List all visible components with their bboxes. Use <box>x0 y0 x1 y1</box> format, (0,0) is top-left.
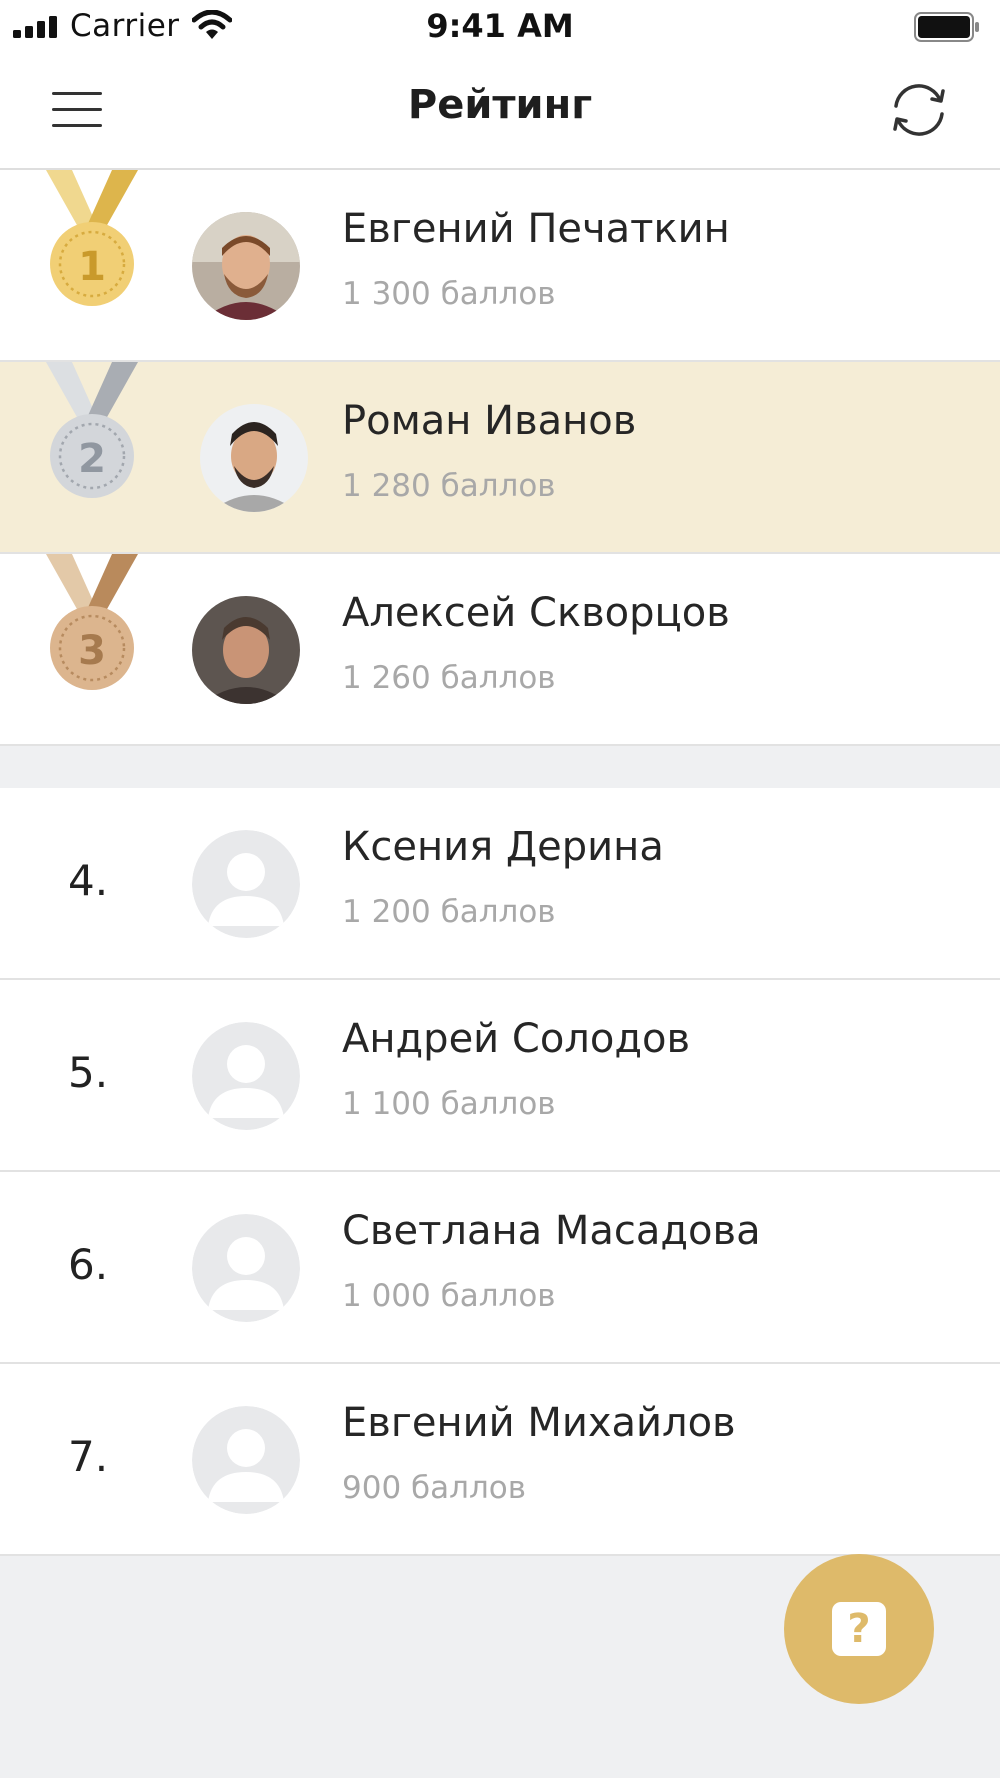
page-title: Рейтинг <box>407 82 593 128</box>
gold-medal-icon: 1 <box>46 170 138 306</box>
rank-number: 4. <box>68 856 109 905</box>
player-score: 1 000 баллов <box>342 1278 556 1314</box>
player-name: Андрей Солодов <box>342 1016 691 1062</box>
player-score: 1 260 баллов <box>342 660 556 696</box>
ranking-row-1[interactable]: 1 Евгений Печаткин 1 300 баллов <box>0 170 1000 362</box>
section-separator <box>0 746 1000 788</box>
player-score: 900 баллов <box>342 1470 527 1506</box>
navigation-bar: Рейтинг <box>0 52 1000 170</box>
silver-medal-icon: 2 <box>46 362 138 498</box>
avatar <box>200 404 308 512</box>
avatar-placeholder-icon <box>192 1214 300 1322</box>
ranking-row-2[interactable]: 2 Роман Иванов 1 280 баллов <box>0 362 1000 554</box>
avatar-placeholder-icon <box>192 830 300 938</box>
question-icon: ? <box>832 1602 886 1656</box>
player-name: Алексей Скворцов <box>342 590 730 636</box>
ranking-row-5[interactable]: 5. Андрей Солодов 1 100 баллов <box>0 980 1000 1172</box>
ranking-row-3[interactable]: 3 Алексей Скворцов 1 260 баллов <box>0 554 1000 746</box>
rank-number: 5. <box>68 1048 109 1097</box>
ranking-list: 1 Евгений Печаткин 1 300 баллов 2 Роман … <box>0 170 1000 1556</box>
player-score: 1 100 баллов <box>342 1086 556 1122</box>
player-score: 1 200 баллов <box>342 894 556 930</box>
ranking-row-7[interactable]: 7. Евгений Михайлов 900 баллов <box>0 1364 1000 1556</box>
ranking-row-6[interactable]: 6. Светлана Масадова 1 000 баллов <box>0 1172 1000 1364</box>
status-bar: Carrier 9:41 AM <box>0 0 1000 52</box>
refresh-icon[interactable] <box>888 80 950 140</box>
player-name: Евгений Михайлов <box>342 1400 736 1446</box>
player-name: Евгений Печаткин <box>342 206 730 252</box>
player-name: Ксения Дерина <box>342 824 664 870</box>
help-button[interactable]: ? <box>784 1554 934 1704</box>
svg-text:1: 1 <box>78 244 106 290</box>
player-name: Светлана Масадова <box>342 1208 761 1254</box>
svg-text:3: 3 <box>78 628 106 674</box>
rank-number: 7. <box>68 1432 109 1481</box>
rank-number: 6. <box>68 1240 109 1289</box>
player-name: Роман Иванов <box>342 398 637 444</box>
avatar <box>192 212 300 320</box>
ranking-row-4[interactable]: 4. Ксения Дерина 1 200 баллов <box>0 788 1000 980</box>
battery-icon <box>914 12 979 42</box>
status-time: 9:41 AM <box>426 7 574 45</box>
player-score: 1 280 баллов <box>342 468 556 504</box>
bronze-medal-icon: 3 <box>46 554 138 690</box>
avatar-placeholder-icon <box>192 1406 300 1514</box>
avatar-placeholder-icon <box>192 1022 300 1130</box>
player-score: 1 300 баллов <box>342 276 556 312</box>
avatar <box>192 596 300 704</box>
svg-text:2: 2 <box>78 436 106 482</box>
